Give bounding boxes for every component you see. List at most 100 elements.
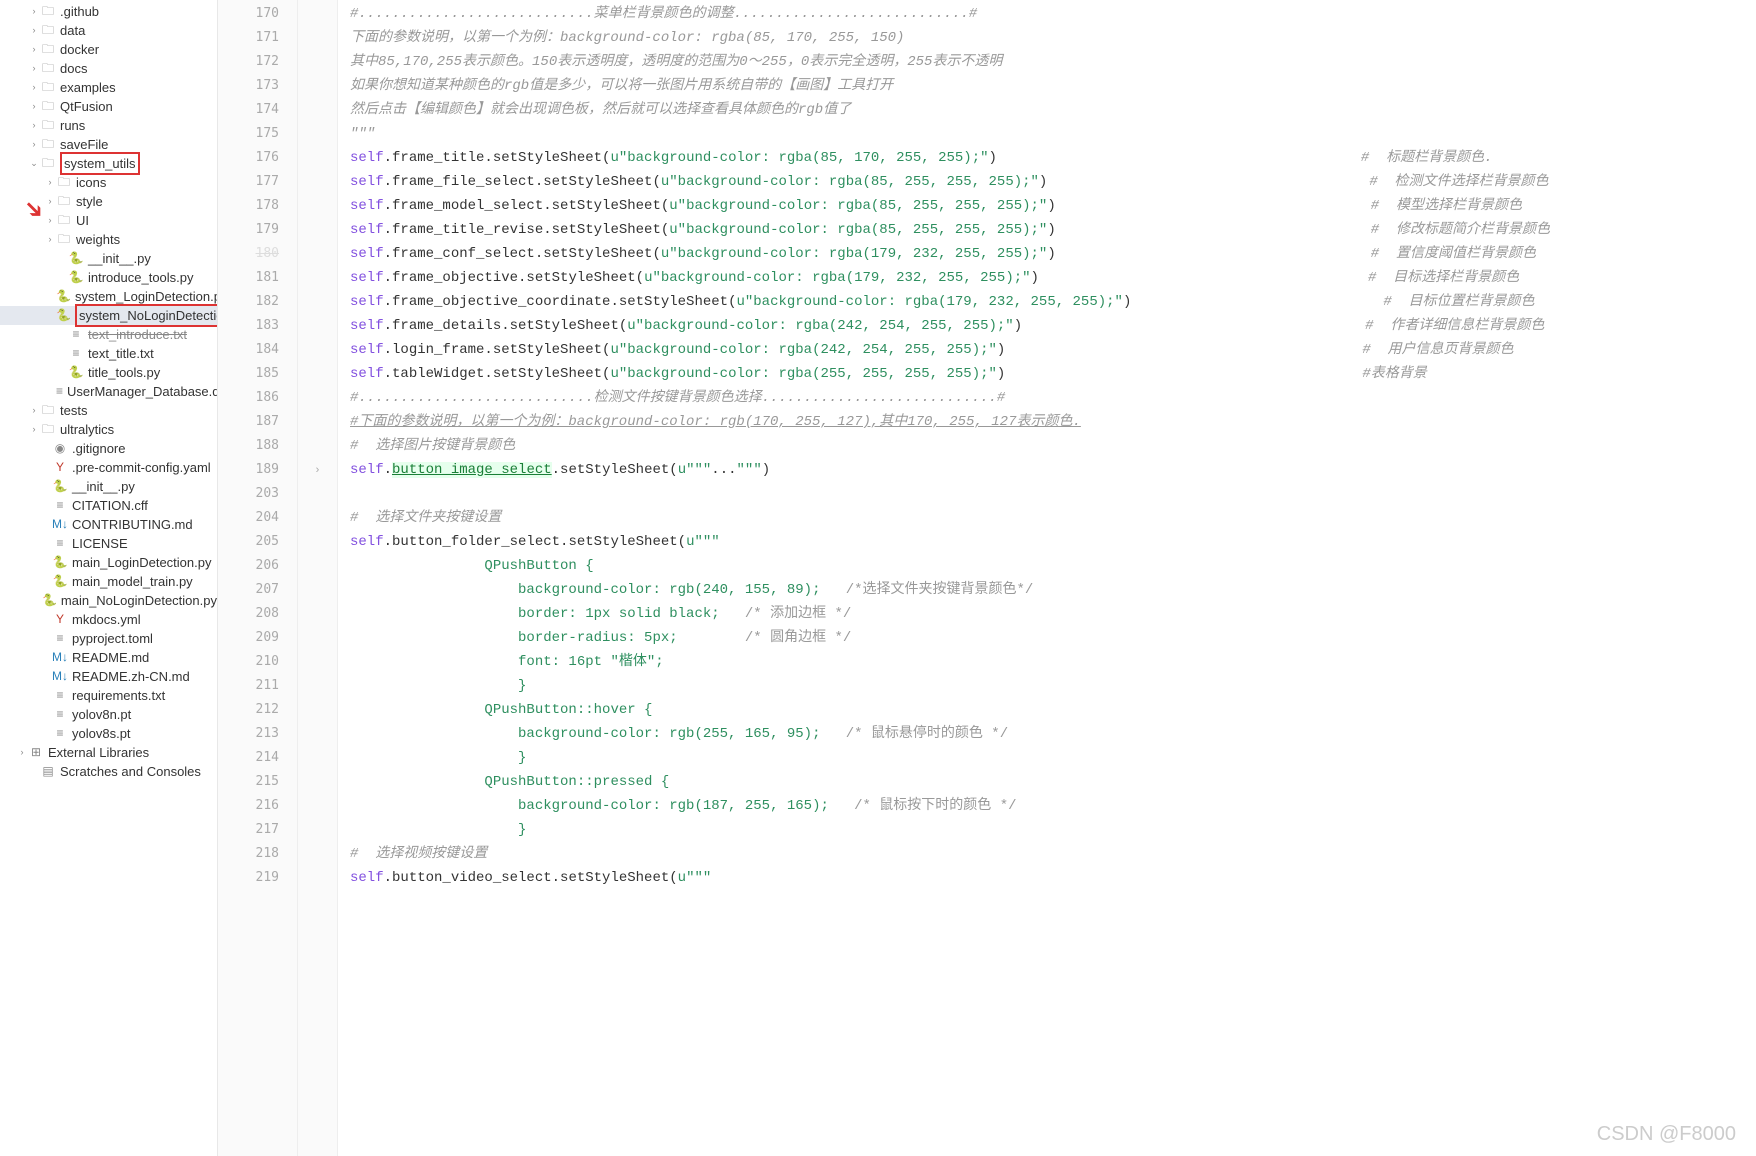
fold-marker[interactable] <box>298 602 337 626</box>
code-line[interactable]: 其中85,170,255表示颜色。150表示透明度，透明度的范围为0～255，0… <box>350 50 1756 74</box>
fold-marker[interactable] <box>298 98 337 122</box>
code-line[interactable]: self.login_frame.setStyleSheet(u"backgro… <box>350 338 1756 362</box>
code-editor[interactable]: ➔ #............................菜单栏背景颜色的调… <box>338 0 1756 1156</box>
code-line[interactable] <box>350 482 1756 506</box>
code-line[interactable]: 如果你想知道某种颜色的rgb值是多少，可以将一张图片用系统自带的【画图】工具打开 <box>350 74 1756 98</box>
fold-marker[interactable] <box>298 50 337 74</box>
tree-item-CITATION-cff[interactable]: ≡CITATION.cff <box>0 496 217 515</box>
tree-item---init---py[interactable]: 🐍__init__.py <box>0 249 217 268</box>
fold-column[interactable]: › <box>298 0 338 1156</box>
tree-item-docker[interactable]: ›🗀docker <box>0 40 217 59</box>
fold-marker[interactable] <box>298 26 337 50</box>
tree-item-system-utils[interactable]: ⌄🗀system_utils <box>0 154 217 173</box>
fold-marker[interactable] <box>298 674 337 698</box>
code-line[interactable]: } <box>350 746 1756 770</box>
code-line[interactable]: self.frame_details.setStyleSheet(u"backg… <box>350 314 1756 338</box>
fold-marker[interactable] <box>298 290 337 314</box>
code-line[interactable]: # 选择文件夹按键设置 <box>350 506 1756 530</box>
fold-marker[interactable] <box>298 698 337 722</box>
fold-marker[interactable] <box>298 74 337 98</box>
code-line[interactable]: background-color: rgb(255, 165, 95); /* … <box>350 722 1756 746</box>
tree-item-main-LoginDetection-py[interactable]: 🐍main_LoginDetection.py <box>0 553 217 572</box>
tree-item-External-Libraries[interactable]: ›⊞External Libraries <box>0 743 217 762</box>
code-line[interactable]: # 选择视频按键设置 <box>350 842 1756 866</box>
code-line[interactable]: self.frame_objective_coordinate.setStyle… <box>350 290 1756 314</box>
fold-marker[interactable] <box>298 578 337 602</box>
tree-item-LICENSE[interactable]: ≡LICENSE <box>0 534 217 553</box>
fold-marker[interactable] <box>298 506 337 530</box>
code-line[interactable]: self.button_image_select.setStyleSheet(u… <box>350 458 1756 482</box>
tree-item-main-model-train-py[interactable]: 🐍main_model_train.py <box>0 572 217 591</box>
code-line[interactable]: #............................检测文件按键背景颜色选… <box>350 386 1756 410</box>
fold-marker[interactable] <box>298 362 337 386</box>
tree-item--github[interactable]: ›🗀.github <box>0 2 217 21</box>
tree-item-title-tools-py[interactable]: 🐍title_tools.py <box>0 363 217 382</box>
fold-marker[interactable] <box>298 122 337 146</box>
fold-marker[interactable] <box>298 770 337 794</box>
fold-marker[interactable] <box>298 554 337 578</box>
fold-marker[interactable] <box>298 794 337 818</box>
fold-marker[interactable] <box>298 194 337 218</box>
tree-item-README-md[interactable]: M↓README.md <box>0 648 217 667</box>
tree-item-text-introduce-txt[interactable]: ≡text_introduce.txt <box>0 325 217 344</box>
tree-item-docs[interactable]: ›🗀docs <box>0 59 217 78</box>
fold-marker[interactable] <box>298 746 337 770</box>
code-line[interactable]: self.button_video_select.setStyleSheet(u… <box>350 866 1756 890</box>
code-line[interactable]: self.frame_conf_select.setStyleSheet(u"b… <box>350 242 1756 266</box>
code-line[interactable]: self.tableWidget.setStyleSheet(u"backgro… <box>350 362 1756 386</box>
code-line[interactable]: border: 1px solid black; /* 添加边框 */ <box>350 602 1756 626</box>
code-line[interactable]: self.frame_title.setStyleSheet(u"backgro… <box>350 146 1756 170</box>
tree-item-QtFusion[interactable]: ›🗀QtFusion <box>0 97 217 116</box>
fold-marker[interactable] <box>298 650 337 674</box>
tree-item-CONTRIBUTING-md[interactable]: M↓CONTRIBUTING.md <box>0 515 217 534</box>
tree-item-requirements-txt[interactable]: ≡requirements.txt <box>0 686 217 705</box>
fold-marker[interactable] <box>298 338 337 362</box>
tree-item-yolov8s-pt[interactable]: ≡yolov8s.pt <box>0 724 217 743</box>
code-line[interactable]: self.frame_model_select.setStyleSheet(u"… <box>350 194 1756 218</box>
code-line[interactable]: self.frame_title_revise.setStyleSheet(u"… <box>350 218 1756 242</box>
code-line[interactable]: background-color: rgb(187, 255, 165); /*… <box>350 794 1756 818</box>
code-line[interactable]: 然后点击【编辑颜色】就会出现调色板，然后就可以选择查看具体颜色的rgb值了 <box>350 98 1756 122</box>
tree-item-weights[interactable]: ›🗀weights <box>0 230 217 249</box>
tree-item-ultralytics[interactable]: ›🗀ultralytics <box>0 420 217 439</box>
fold-marker[interactable] <box>298 722 337 746</box>
tree-item-README-zh-CN-md[interactable]: M↓README.zh-CN.md <box>0 667 217 686</box>
code-line[interactable]: 下面的参数说明，以第一个为例：background-color: rgba(85… <box>350 26 1756 50</box>
code-line[interactable]: #............................菜单栏背景颜色的调整.… <box>350 2 1756 26</box>
tree-item-text-title-txt[interactable]: ≡text_title.txt <box>0 344 217 363</box>
fold-marker[interactable]: › <box>298 458 337 482</box>
code-line[interactable]: self.frame_file_select.setStyleSheet(u"b… <box>350 170 1756 194</box>
tree-item-tests[interactable]: ›🗀tests <box>0 401 217 420</box>
fold-marker[interactable] <box>298 482 337 506</box>
fold-marker[interactable] <box>298 170 337 194</box>
code-line[interactable]: self.button_folder_select.setStyleSheet(… <box>350 530 1756 554</box>
tree-item-system-NoLoginDetection-py[interactable]: 🐍system_NoLoginDetection.py <box>0 306 217 325</box>
code-line[interactable]: #下面的参数说明，以第一个为例：background-color: rgb(17… <box>350 410 1756 434</box>
fold-marker[interactable] <box>298 530 337 554</box>
fold-marker[interactable] <box>298 2 337 26</box>
fold-marker[interactable] <box>298 386 337 410</box>
tree-item---init---py[interactable]: 🐍__init__.py <box>0 477 217 496</box>
tree-item-mkdocs-yml[interactable]: Ymkdocs.yml <box>0 610 217 629</box>
code-line[interactable]: """ <box>350 122 1756 146</box>
code-line[interactable]: QPushButton::pressed { <box>350 770 1756 794</box>
fold-marker[interactable] <box>298 410 337 434</box>
tree-item-introduce-tools-py[interactable]: 🐍introduce_tools.py <box>0 268 217 287</box>
tree-item-examples[interactable]: ›🗀examples <box>0 78 217 97</box>
fold-marker[interactable] <box>298 818 337 842</box>
code-line[interactable]: QPushButton::hover { <box>350 698 1756 722</box>
fold-marker[interactable] <box>298 626 337 650</box>
code-line[interactable]: font: 16pt "楷体"; <box>350 650 1756 674</box>
tree-item-yolov8n-pt[interactable]: ≡yolov8n.pt <box>0 705 217 724</box>
tree-item-runs[interactable]: ›🗀runs <box>0 116 217 135</box>
project-tree-sidebar[interactable]: ›🗀.github›🗀data›🗀docker›🗀docs›🗀examples›… <box>0 0 218 1156</box>
code-line[interactable]: } <box>350 818 1756 842</box>
fold-marker[interactable] <box>298 242 337 266</box>
fold-marker[interactable] <box>298 434 337 458</box>
code-line[interactable]: background-color: rgb(240, 155, 89); /*选… <box>350 578 1756 602</box>
fold-marker[interactable] <box>298 842 337 866</box>
code-line[interactable]: self.frame_objective.setStyleSheet(u"bac… <box>350 266 1756 290</box>
fold-marker[interactable] <box>298 266 337 290</box>
fold-marker[interactable] <box>298 146 337 170</box>
fold-marker[interactable] <box>298 314 337 338</box>
